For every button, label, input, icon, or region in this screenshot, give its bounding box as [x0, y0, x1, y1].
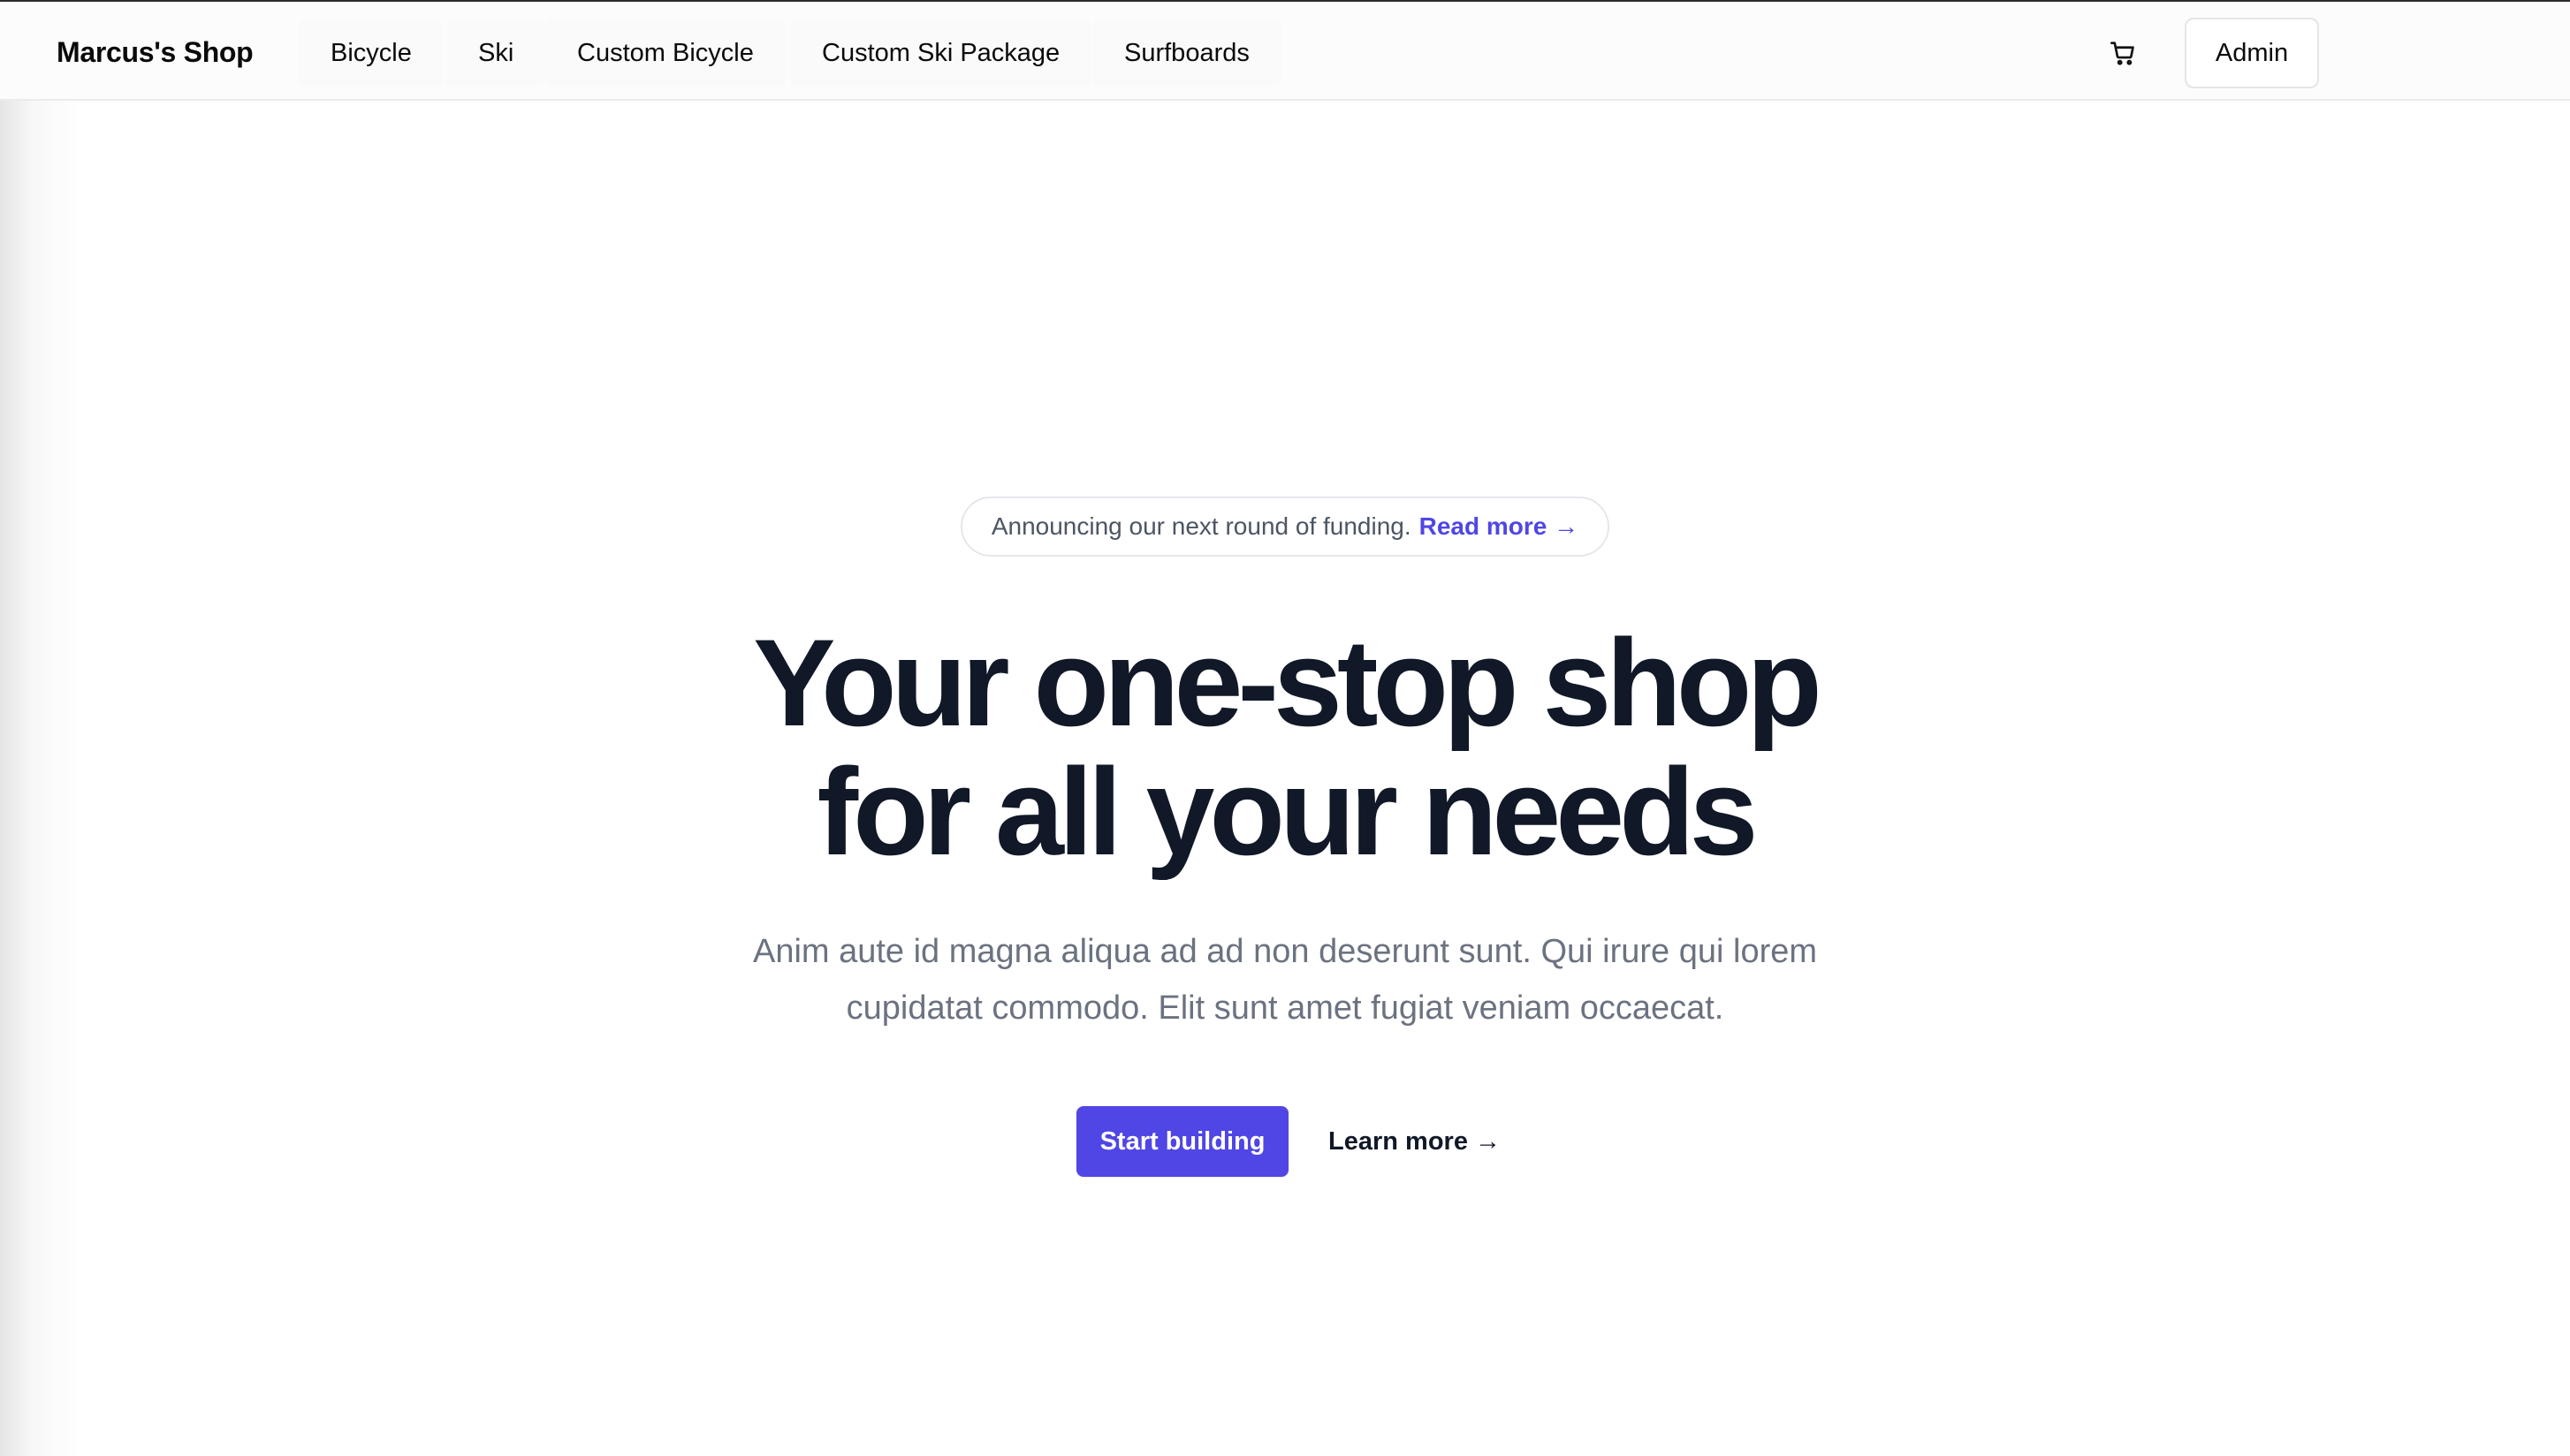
admin-button[interactable]: Admin: [2185, 18, 2319, 88]
start-building-button[interactable]: Start building: [1076, 1106, 1289, 1177]
shopping-cart-icon: [2110, 42, 2134, 65]
hero-subtitle-line: Anim aute id magna aliqua ad ad non dese…: [752, 933, 1818, 970]
cart-button[interactable]: [2095, 25, 2151, 81]
read-more-link[interactable]: Read more →: [1419, 512, 1579, 541]
brand-logo-text[interactable]: Marcus's Shop: [57, 35, 254, 69]
announcement-pill: Announcing our next round of funding. Re…: [961, 497, 1609, 557]
hero-title: Your one-stop shop for all your needs: [578, 618, 1992, 876]
page: Marcus's Shop Bicycle Ski Custom Bicycle…: [0, 0, 2570, 1456]
hero-subtitle-line: cupidatat commodo. Elit sunt amet fugiat…: [846, 990, 1724, 1027]
hero-subtitle: Anim aute id magna aliqua ad ad non dese…: [666, 923, 1904, 1036]
announcement-text: Announcing our next round of funding.: [991, 512, 1411, 540]
nav-item-bicycle[interactable]: Bicycle: [299, 19, 444, 87]
learn-more-link[interactable]: Learn more →: [1328, 1106, 1501, 1177]
hero-title-line: Your one-stop shop: [753, 613, 1822, 752]
top-navbar: Marcus's Shop Bicycle Ski Custom Bicycle…: [0, 0, 2570, 101]
hero-title-line: for all your needs: [817, 742, 1759, 881]
nav-item-ski[interactable]: Ski: [446, 19, 546, 87]
nav-item-custom-ski-package[interactable]: Custom Ski Package: [790, 19, 1092, 87]
nav-item-surfboards[interactable]: Surfboards: [1092, 19, 1281, 87]
nav-item-custom-bicycle[interactable]: Custom Bicycle: [545, 19, 786, 87]
window-edge-shadow: [0, 0, 80, 1456]
